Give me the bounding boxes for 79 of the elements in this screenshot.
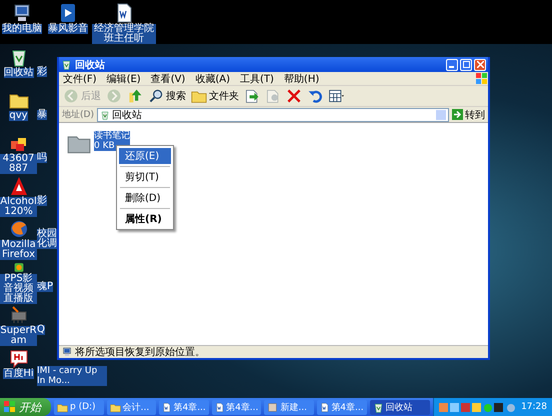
taskbar-button[interactable]: 会计... <box>106 400 156 414</box>
recycle-icon <box>61 59 72 70</box>
taskbar-button[interactable]: 第4章... <box>212 400 262 414</box>
taskbar-button[interactable]: 回收站 <box>370 400 430 414</box>
menu-item[interactable]: 帮助(H) <box>284 72 320 86</box>
document-icon <box>214 402 224 412</box>
close-icon <box>476 61 484 68</box>
undo-button[interactable] <box>307 88 323 104</box>
views-button[interactable] <box>328 88 344 104</box>
desktop-icon-label[interactable]: Mozilla Firefox <box>0 240 37 260</box>
desktop-icon-label[interactable]: 我的电脑 <box>2 24 42 34</box>
undo-icon <box>307 88 323 104</box>
computer-icon <box>12 3 32 23</box>
menu-item[interactable]: 文件(F) <box>63 72 97 86</box>
chat-icon <box>8 348 28 368</box>
views-icon <box>328 88 344 104</box>
alcohol-icon <box>8 176 28 196</box>
desktop-icon-label[interactable]: 经济管理学院班主任听 <box>92 24 156 44</box>
maximize-button[interactable] <box>460 58 472 70</box>
taskbar-button[interactable]: 新建... <box>264 400 314 414</box>
desktop-icon-label[interactable]: SuperRam <box>0 326 37 346</box>
media-icon <box>58 3 78 23</box>
desktop-icon-label[interactable]: 暴风影音 <box>48 24 88 34</box>
context-menu-item[interactable]: 还原(E) <box>119 148 171 164</box>
menu-item[interactable]: 工具(T) <box>240 72 274 86</box>
windows-logo-icon <box>476 72 488 84</box>
document-icon <box>320 402 330 412</box>
desktop-icon-label[interactable]: Q <box>37 325 45 335</box>
back-icon <box>63 88 79 104</box>
globe-icon <box>8 219 28 239</box>
search-icon <box>148 88 164 104</box>
desktop-icon-label[interactable]: 43607887 <box>0 154 37 174</box>
recycle-icon <box>100 110 110 120</box>
taskbar-button[interactable]: p (D:) <box>54 400 104 414</box>
desktop-icon-label[interactable]: 魂P <box>37 282 54 292</box>
recycle-icon <box>372 402 384 412</box>
close-button[interactable] <box>474 58 486 70</box>
desktop-icon-label[interactable]: qvy <box>9 111 28 121</box>
desktop-icon-label[interactable]: IMI - carry Up In Mo... <box>37 366 107 386</box>
copy-icon <box>265 88 281 104</box>
desktop-icon-label[interactable]: PPS影音视频直播版 <box>0 274 37 304</box>
folders-button[interactable]: 文件夹 <box>191 88 239 104</box>
desktop-icon-label[interactable]: 影 <box>37 196 47 206</box>
move-button[interactable] <box>244 88 260 104</box>
go-button[interactable]: 转到 <box>452 108 485 122</box>
up-button[interactable] <box>127 88 143 104</box>
maximize-icon <box>462 61 470 68</box>
search-button[interactable]: 搜索 <box>148 88 186 104</box>
desktop-icon-label[interactable]: 回收站 <box>4 68 34 78</box>
desktop-icon-label[interactable]: 百度Hi <box>3 369 34 379</box>
menu-item[interactable]: 收藏(A) <box>195 72 230 86</box>
windows-logo-icon <box>4 401 16 413</box>
desktop-icon-label[interactable]: 暴 <box>37 110 47 120</box>
menu-item[interactable]: 编辑(E) <box>106 72 141 86</box>
up-icon <box>127 88 143 104</box>
chip-icon <box>8 305 28 325</box>
move-icon <box>244 88 260 104</box>
address-label: 地址(D) <box>62 108 94 121</box>
desktop-icon-label[interactable]: 吗 <box>37 153 47 163</box>
desktop-icon-label[interactable]: 彩 <box>37 67 47 77</box>
folder-icon <box>57 402 68 412</box>
taskbar-button[interactable]: 第4章... <box>316 400 367 414</box>
address-field[interactable]: 回收站 <box>96 108 449 122</box>
status-text: 将所选项目恢复到原始位置。 <box>75 346 205 359</box>
start-button[interactable]: 开始 <box>0 398 51 416</box>
window-title: 回收站 <box>75 58 105 72</box>
app-icon <box>267 402 278 412</box>
folder-icon <box>110 402 121 412</box>
computer-icon <box>62 347 72 357</box>
forward-icon <box>106 88 122 104</box>
menu-item[interactable]: 查看(V) <box>150 72 186 86</box>
document-icon <box>162 402 172 412</box>
delete-icon <box>286 88 302 104</box>
taskbar-button[interactable]: 第4章... <box>159 400 209 414</box>
delete-button[interactable] <box>286 88 302 104</box>
minimize-button[interactable] <box>446 58 458 70</box>
desktop-icon-label[interactable]: 校园化调 <box>37 229 57 249</box>
desktop-icon-label[interactable]: Alcohol 120% <box>0 197 37 217</box>
go-arrow-icon <box>452 109 463 120</box>
